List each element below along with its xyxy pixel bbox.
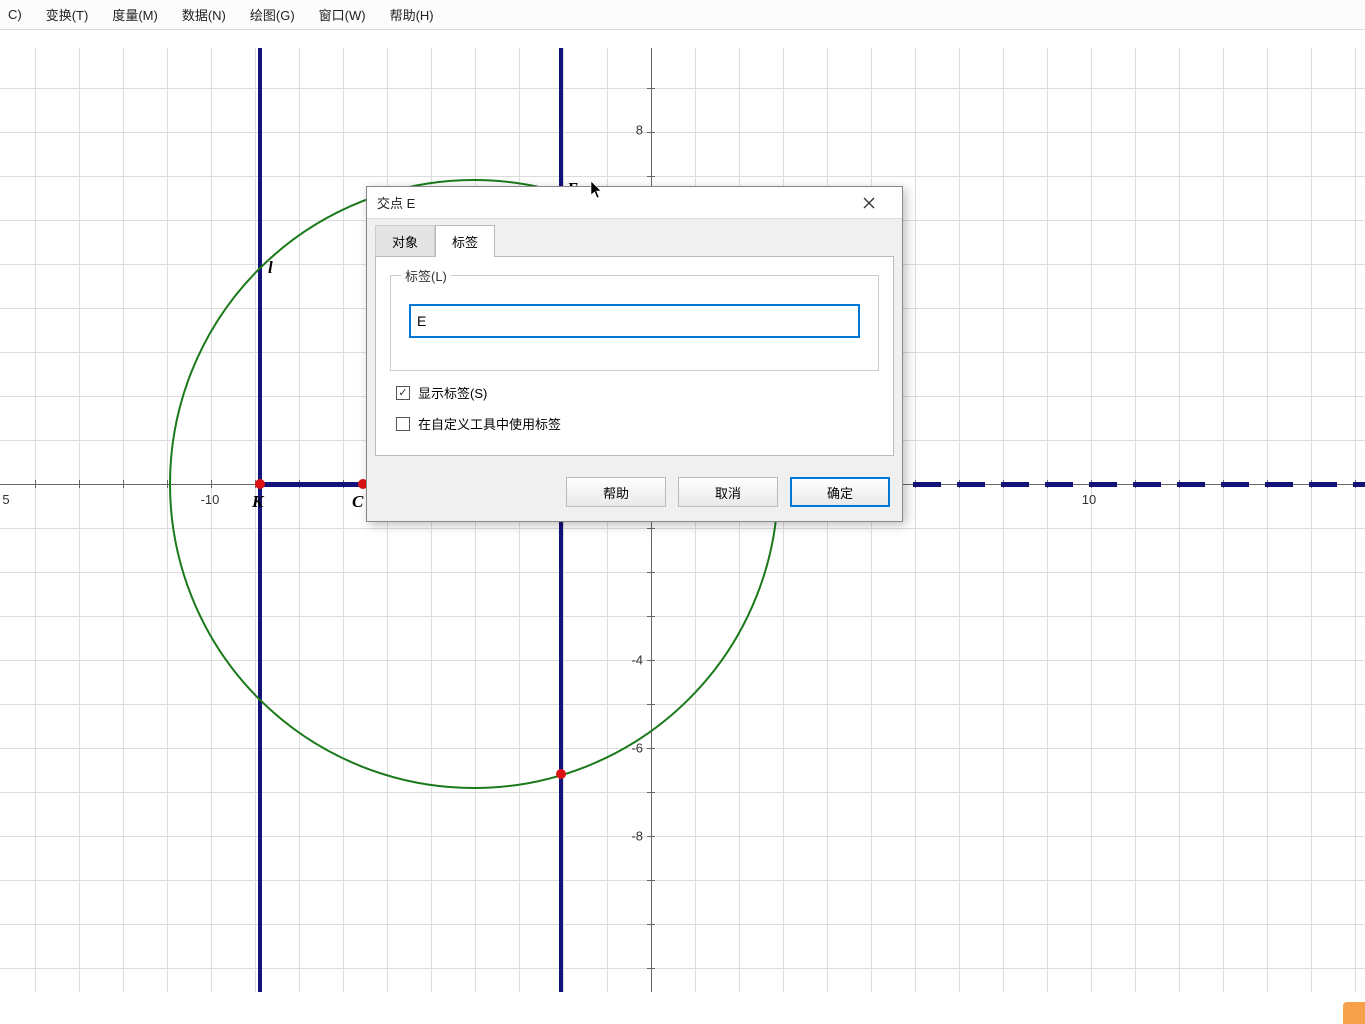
tab-panel-label: 标签(L) ✓ 显示标签(S) 在自定义工具中使用标签 (375, 256, 894, 456)
dialog-tabs: 对象 标签 (367, 219, 902, 257)
grid-line-h (0, 792, 1365, 793)
menu-window[interactable]: 窗口(W) (311, 1, 374, 28)
label-c: C (352, 492, 363, 512)
point-k[interactable] (255, 479, 265, 489)
label-input[interactable] (409, 304, 860, 338)
label-dialog: 交点 E 对象 标签 标签(L) ✓ 显示标签(S) 在自定义工具中使用标签 帮… (366, 186, 903, 522)
horizontal-line-dash[interactable] (1133, 482, 1161, 487)
grid-line-v (915, 48, 916, 992)
grid-line-v (1179, 48, 1180, 992)
label-group-legend: 标签(L) (401, 266, 451, 285)
grid-line-h (0, 836, 1365, 837)
grid-line-v (79, 48, 80, 992)
cancel-button[interactable]: 取消 (678, 477, 778, 507)
grid-line-h (0, 924, 1365, 925)
menu-help[interactable]: 帮助(H) (382, 1, 442, 28)
menu-measure[interactable]: 度量(M) (104, 1, 166, 28)
grid-line-v (1267, 48, 1268, 992)
grid-line-h (0, 748, 1365, 749)
x-tick-label: 10 (1082, 492, 1096, 507)
menu-transform[interactable]: 变换(T) (38, 1, 97, 28)
horizontal-line-dash[interactable] (957, 482, 985, 487)
ok-button[interactable]: 确定 (790, 477, 890, 507)
y-tick-label: -8 (631, 829, 649, 844)
grid-line-v (1355, 48, 1356, 992)
tab-label[interactable]: 标签 (435, 225, 495, 257)
x-tick-label: 5 (2, 492, 9, 507)
point-e-bottom[interactable] (556, 769, 566, 779)
y-tick (647, 88, 655, 89)
grid-line-h (0, 968, 1365, 969)
horizontal-line-dash[interactable] (1001, 482, 1029, 487)
y-tick (647, 924, 655, 925)
dialog-button-row: 帮助 取消 确定 (367, 465, 902, 521)
close-icon[interactable] (846, 188, 892, 218)
grid-line-v (35, 48, 36, 992)
horizontal-line-dash[interactable] (1353, 482, 1365, 487)
x-tick (167, 480, 168, 488)
grid-line-v (959, 48, 960, 992)
grid-line-v (1003, 48, 1004, 992)
show-label-checkbox[interactable]: ✓ (396, 386, 410, 400)
grid-line-h (0, 88, 1365, 89)
y-tick (647, 880, 655, 881)
menu-construct[interactable]: C) (0, 3, 30, 26)
grid-line-h (0, 176, 1365, 177)
x-tick (35, 480, 36, 488)
y-tick (647, 176, 655, 177)
dialog-title-text: 交点 E (377, 193, 415, 212)
tab-object[interactable]: 对象 (375, 225, 435, 257)
horizontal-line-dash[interactable] (1265, 482, 1293, 487)
label-groupbox: 标签(L) (390, 275, 879, 371)
grid-line-v (1223, 48, 1224, 992)
horizontal-line-dash[interactable] (1089, 482, 1117, 487)
label-k: K (252, 492, 263, 512)
x-tick (79, 480, 80, 488)
use-in-tool-text: 在自定义工具中使用标签 (418, 414, 561, 433)
menu-bar: C) 变换(T) 度量(M) 数据(N) 绘图(G) 窗口(W) 帮助(H) (0, 0, 1365, 30)
help-button[interactable]: 帮助 (566, 477, 666, 507)
y-tick (647, 968, 655, 969)
label-l: l (268, 258, 273, 278)
use-in-tool-checkbox[interactable] (396, 417, 410, 431)
x-tick (123, 480, 124, 488)
cursor-icon (590, 180, 604, 200)
menu-data[interactable]: 数据(N) (174, 1, 234, 28)
grid-line-h (0, 880, 1365, 881)
horizontal-line-dash[interactable] (1221, 482, 1249, 487)
horizontal-line-dash[interactable] (1045, 482, 1073, 487)
grid-line-v (167, 48, 168, 992)
dialog-titlebar: 交点 E (367, 187, 902, 219)
grid-line-v (123, 48, 124, 992)
show-label-text: 显示标签(S) (418, 383, 487, 402)
grid-line-v (1091, 48, 1092, 992)
y-tick-label: 8 (636, 123, 649, 138)
corner-indicator (1343, 1002, 1365, 1024)
grid-line-v (1135, 48, 1136, 992)
horizontal-line-dash[interactable] (913, 482, 941, 487)
menu-plot[interactable]: 绘图(G) (242, 1, 303, 28)
grid-line-v (1047, 48, 1048, 992)
grid-line-h (0, 132, 1365, 133)
grid-line-v (1311, 48, 1312, 992)
horizontal-line-dash[interactable] (1177, 482, 1205, 487)
y-tick (647, 792, 655, 793)
horizontal-line-dash[interactable] (1309, 482, 1337, 487)
